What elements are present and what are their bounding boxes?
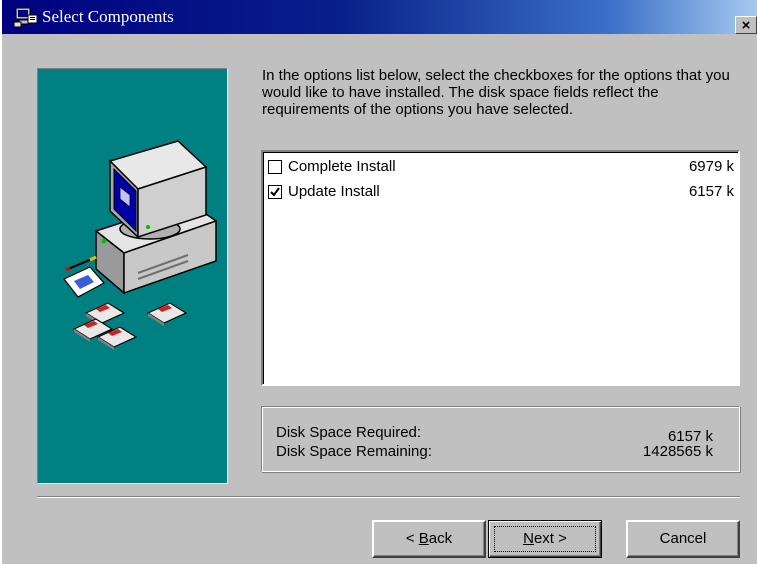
components-list[interactable]: Complete Install 6979 k Update Install 6… xyxy=(261,150,740,386)
back-button[interactable]: < Back xyxy=(372,520,486,558)
disk-space-required-label: Disk Space Required: xyxy=(276,424,422,441)
close-button[interactable]: × xyxy=(735,16,757,34)
component-label: Update Install xyxy=(288,183,380,200)
component-size: 6157 k xyxy=(688,183,734,200)
cancel-button[interactable]: Cancel xyxy=(626,520,740,558)
complete-install-checkbox[interactable] xyxy=(268,160,282,174)
window-title: Select Components xyxy=(42,7,174,26)
component-label: Complete Install xyxy=(288,158,396,175)
computer-and-disks-illustration xyxy=(63,140,218,350)
back-button-label: < Back xyxy=(405,530,453,547)
disk-space-group: Disk Space Required: 6157 k Disk Space R… xyxy=(261,406,740,472)
cancel-button-label: Cancel xyxy=(659,530,707,547)
disk-space-remaining-label: Disk Space Remaining: xyxy=(276,443,432,460)
update-install-checkbox[interactable] xyxy=(268,185,282,199)
disk-space-remaining-value: 1428565 k xyxy=(642,443,713,460)
installer-app-icon xyxy=(14,7,38,28)
component-size: 6979 k xyxy=(688,158,734,175)
instructions-text: In the options list below, select the ch… xyxy=(262,67,730,118)
list-item-update-install[interactable]: Update Install 6157 k xyxy=(268,182,734,204)
next-button-label: Next > xyxy=(523,530,567,547)
select-components-dialog: Select Components × In the options list … xyxy=(0,0,757,564)
next-button[interactable]: Next > xyxy=(488,520,602,558)
floppy-disk-icon xyxy=(146,302,188,326)
checkmark-icon xyxy=(270,187,280,197)
title-bar[interactable]: Select Components × xyxy=(2,0,757,34)
list-item-complete-install[interactable]: Complete Install 6979 k xyxy=(268,157,734,179)
divider xyxy=(37,496,740,498)
setup-illustration-panel xyxy=(37,68,228,484)
close-icon: × xyxy=(741,16,751,34)
